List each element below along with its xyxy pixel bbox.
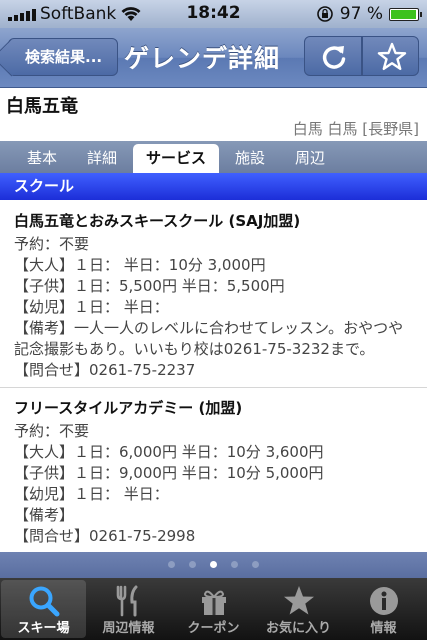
divider (0, 387, 427, 388)
tab-service[interactable]: サービス (133, 144, 219, 173)
page-indicator[interactable] (0, 561, 427, 568)
school-list: 白馬五竜とおみスキースクール (SAJ加盟) 予約：不要 【大人】１日： 半日：… (0, 200, 427, 552)
resort-location: 白馬 白馬 [長野県] (292, 120, 419, 138)
tab-basic[interactable]: 基本 (14, 144, 70, 173)
school-name: 白馬五竜とおみスキースクール (SAJ加盟) (14, 212, 301, 230)
school-notes: 【備考】一人一人のレベルに合わせてレッスン。おやつや記念撮影もあり。いいもり校は… (14, 319, 404, 358)
status-bar: SoftBank 18:42 97 % (0, 0, 427, 28)
page-dot (252, 561, 259, 568)
page-dot (168, 561, 175, 568)
tabbar-label: スキー場 (17, 621, 70, 636)
school-notes: 【備考】 (14, 506, 75, 524)
school-infant-price: 【幼児】１日： 半日： (14, 298, 169, 316)
tabbar-label: クーポン (187, 621, 240, 636)
search-icon (29, 586, 59, 617)
school-infant-price: 【幼児】１日： 半日： (14, 485, 169, 503)
back-button[interactable]: 検索結果... (8, 38, 118, 76)
page-dot-active (210, 561, 217, 568)
section-header: スクール (0, 173, 427, 200)
favorite-button[interactable] (362, 36, 419, 76)
tabbar-item-favorites[interactable]: お気に入り (256, 580, 341, 638)
star-icon (377, 42, 407, 70)
tab-bar: スキー場 周辺情報 クーポン お気に入り 情報 (0, 578, 427, 640)
info-icon (369, 587, 398, 615)
battery-percent: 97 % (339, 4, 383, 24)
school-reservation: 予約：不要 (14, 422, 90, 440)
navigation-bar: 検索結果... ゲレンデ詳細 (0, 28, 427, 88)
school-child-price: 【子供】１日：5,500円 半日：5,500円 (14, 277, 285, 295)
school-adult-price: 【大人】１日： 半日：10分 3,000円 (14, 256, 266, 274)
school-item: フリースタイルアカデミー (加盟) 予約：不要 【大人】１日：6,000円 半日… (14, 398, 418, 547)
school-reservation: 予約：不要 (14, 235, 90, 253)
battery-icon (389, 7, 422, 21)
school-contact[interactable]: 【問合せ】0261-75-2237 (14, 360, 418, 381)
star-icon (283, 586, 314, 615)
tabbar-item-nearby[interactable]: 周辺情報 (86, 580, 171, 638)
gift-icon (201, 590, 226, 615)
page-dot (189, 561, 196, 568)
school-name: フリースタイルアカデミー (加盟) (14, 399, 243, 417)
page-indicator-bar (0, 552, 427, 578)
tabbar-item-coupons[interactable]: クーポン (171, 580, 256, 638)
detail-tabs: 基本 詳細 サービス 施設 周辺 (0, 141, 427, 173)
school-contact[interactable]: 【問合せ】0261-75-2998 (14, 526, 418, 547)
tabbar-label: お気に入り (265, 621, 331, 636)
tab-details[interactable]: 詳細 (74, 144, 130, 173)
tabbar-label: 周辺情報 (102, 621, 155, 636)
school-adult-price: 【大人】１日：6,000円 半日：10分 3,600円 (14, 443, 324, 461)
refresh-button[interactable] (304, 36, 362, 76)
rotation-lock-icon (316, 6, 333, 22)
page-dot (231, 561, 238, 568)
tabbar-item-ski-areas[interactable]: スキー場 (1, 580, 86, 638)
tab-surroundings[interactable]: 周辺 (282, 144, 338, 173)
school-item: 白馬五竜とおみスキースクール (SAJ加盟) 予約：不要 【大人】１日： 半日：… (14, 211, 418, 381)
resort-name: 白馬五竜 (6, 96, 78, 117)
back-button-label: 検索結果... (25, 48, 103, 66)
page-title: ゲレンデ詳細 (124, 44, 281, 73)
tabbar-item-info[interactable]: 情報 (341, 580, 426, 638)
tab-facilities[interactable]: 施設 (222, 144, 278, 173)
tabbar-label: 情報 (370, 621, 397, 636)
school-child-price: 【子供】１日：9,000円 半日：10分 5,000円 (14, 464, 324, 482)
fork-knife-icon (116, 585, 137, 617)
refresh-icon (322, 46, 346, 69)
